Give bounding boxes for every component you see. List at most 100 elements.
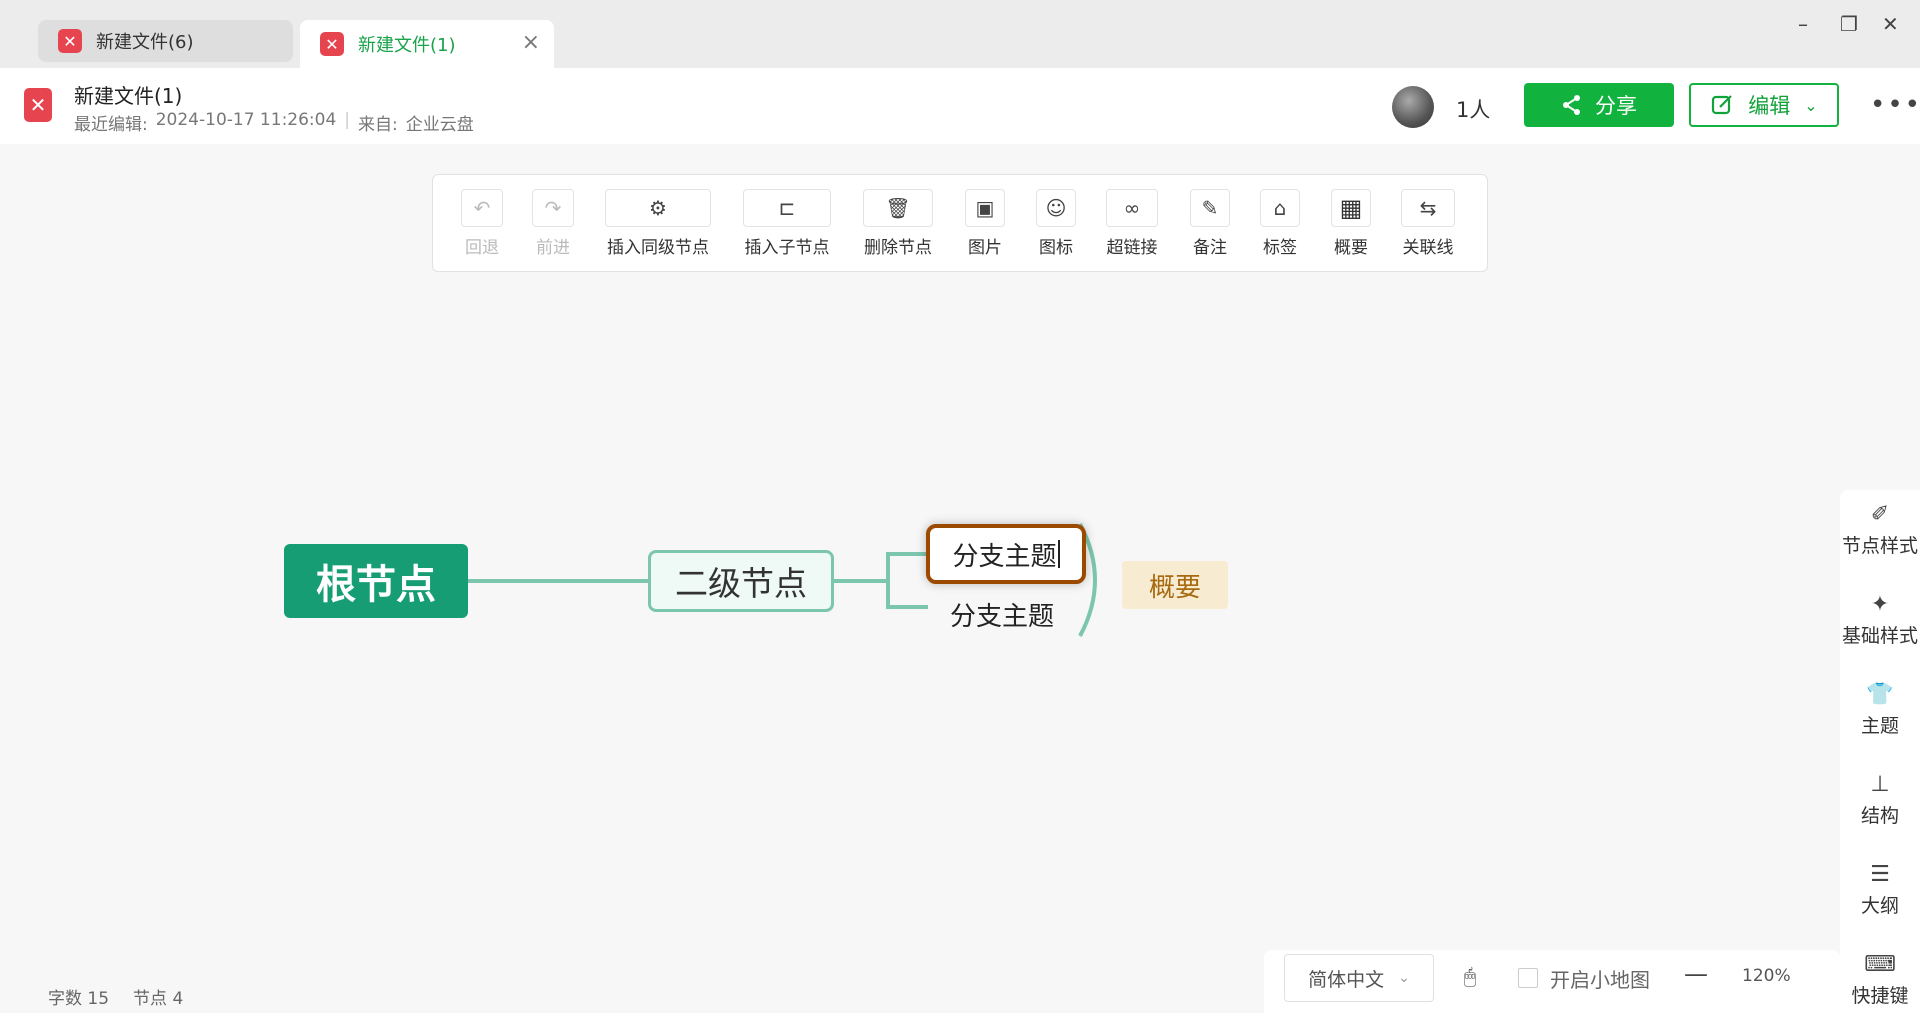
branch-bracket [886, 552, 890, 608]
minimize-icon[interactable]: – [1798, 12, 1808, 36]
root-node[interactable]: 根节点 [284, 544, 468, 618]
insert-sibling-button[interactable]: ⚙ 插入同级节点 [605, 189, 711, 258]
branch-topic[interactable]: 分支主题 [950, 596, 1054, 633]
note-icon: ✎ [1190, 189, 1230, 227]
collaborator-count[interactable]: 1人 [1456, 94, 1490, 124]
tab-label: 新建文件(1) [358, 35, 456, 56]
node-count-value: 4 [172, 989, 184, 1009]
more-options-icon[interactable]: ••• [1870, 90, 1920, 120]
relation-line-button[interactable]: ⇆ 关联线 [1401, 189, 1455, 258]
summary-node[interactable]: 概要 [1122, 561, 1228, 609]
edit-label: 编辑 [1748, 94, 1791, 118]
undo-label: 回退 [465, 238, 499, 258]
share-icon [1563, 95, 1580, 115]
tab-bar: ✕ 新建文件(6) ✕ 新建文件(1) × – ❐ ✕ [0, 0, 1920, 68]
shortcuts-label: 快捷键 [1851, 985, 1909, 1007]
note-button[interactable]: ✎ 备注 [1190, 189, 1230, 258]
shirt-icon: 👕 [1866, 682, 1894, 707]
chevron-down-icon: ⌄ [1398, 970, 1410, 986]
branch-topic-selected[interactable]: 分支主题 [926, 524, 1086, 584]
undo-icon: ↶ [461, 189, 503, 227]
close-icon[interactable]: ✕ [1882, 12, 1899, 36]
editing-toolbar: ↶ 回退 ↷ 前进 ⚙ 插入同级节点 ⊏ 插入子节点 🗑 删除节点 ▣ 图片 ☺… [432, 174, 1488, 272]
text-cursor [1057, 540, 1060, 568]
relation-line-label: 关联线 [1402, 238, 1454, 258]
last-edit-time: 2024-10-17 11:26:04 [155, 110, 337, 130]
mouse-icon[interactable]: 🖱 [1464, 964, 1476, 988]
node-style-panel-button[interactable]: ✐ 节点样式 [1840, 502, 1920, 558]
outline-label: 大纲 [1860, 895, 1899, 917]
node-count-label: 节点 [133, 989, 168, 1009]
zoom-level[interactable]: 120% [1742, 966, 1791, 986]
edit-button[interactable]: 编辑 ⌄ [1689, 83, 1839, 127]
meta-divider: | [344, 110, 351, 130]
last-edit-label: 最近编辑: [74, 115, 148, 135]
language-select[interactable]: 简体中文 ⌄ [1284, 954, 1434, 1002]
smiley-icon: ☺ [1036, 189, 1076, 227]
branch-topic-text[interactable]: 分支主题 [952, 536, 1056, 573]
icon-label: 图标 [1039, 238, 1073, 258]
tag-icon: ⌂ [1260, 189, 1300, 227]
word-count-value: 15 [87, 989, 110, 1009]
outline-icon: ☰ [1870, 862, 1890, 887]
structure-label: 结构 [1860, 805, 1899, 827]
image-icon: ▣ [965, 189, 1005, 227]
document-header: ✕ 新建文件(1) 最近编辑: 2024-10-17 11:26:04 | 来自… [0, 68, 1920, 144]
hyperlink-button[interactable]: ∞ 超链接 [1106, 189, 1158, 258]
level2-connector [834, 579, 886, 583]
right-panel: ✐ 节点样式 ✦ 基础样式 👕 主题 ⊥ 结构 ☰ 大纲 ⌨ 快捷键 [1840, 490, 1920, 1013]
sliders-icon: ⚙ [605, 189, 711, 227]
language-value: 简体中文 [1308, 968, 1385, 991]
child-node-icon: ⊏ [743, 189, 831, 227]
redo-button[interactable]: ↷ 前进 [532, 189, 574, 258]
share-label: 分享 [1595, 94, 1637, 118]
tab-close-icon[interactable]: × [522, 30, 540, 55]
summary-button[interactable]: ▦ 概要 [1331, 189, 1371, 258]
brush-icon: ✐ [1870, 502, 1890, 527]
tag-button[interactable]: ⌂ 标签 [1260, 189, 1300, 258]
hyperlink-label: 超链接 [1106, 238, 1158, 258]
basic-style-panel-button[interactable]: ✦ 基础样式 [1840, 592, 1920, 648]
delete-node-label: 删除节点 [864, 238, 932, 258]
restore-icon[interactable]: ❐ [1840, 12, 1858, 36]
level2-node[interactable]: 二级节点 [648, 550, 834, 612]
trash-icon: 🗑 [863, 189, 933, 227]
note-label: 备注 [1193, 238, 1227, 258]
branch-connector-2 [886, 605, 928, 609]
basic-style-label: 基础样式 [1841, 625, 1918, 647]
edit-icon [1712, 95, 1733, 115]
minimap-checkbox[interactable] [1518, 968, 1538, 988]
tab-file-1[interactable]: ✕ 新建文件(1) × [300, 20, 554, 68]
avatar[interactable] [1392, 86, 1434, 128]
zoom-out-button[interactable]: — [1684, 960, 1708, 988]
icon-button[interactable]: ☺ 图标 [1036, 189, 1076, 258]
xmind-logo-icon: ✕ [320, 32, 344, 56]
branch-connector-1 [886, 552, 928, 556]
structure-icon: ⊥ [1870, 772, 1890, 797]
outline-panel-button[interactable]: ☰ 大纲 [1840, 862, 1920, 918]
word-count: 字数 15 [48, 984, 109, 1009]
image-button[interactable]: ▣ 图片 [965, 189, 1005, 258]
source-label: 来自: [358, 115, 398, 135]
image-label: 图片 [968, 238, 1002, 258]
minimap-label[interactable]: 开启小地图 [1550, 964, 1650, 993]
xmind-logo-icon: ✕ [58, 29, 82, 53]
share-button[interactable]: 分享 [1524, 83, 1674, 127]
document-meta: 最近编辑: 2024-10-17 11:26:04 | 来自: 企业云盘 [74, 110, 474, 135]
tab-file-6[interactable]: ✕ 新建文件(6) [38, 20, 293, 62]
insert-child-label: 插入子节点 [744, 238, 830, 258]
link-icon: ∞ [1106, 189, 1158, 227]
redo-label: 前进 [536, 238, 570, 258]
node-style-label: 节点样式 [1841, 535, 1918, 557]
word-count-label: 字数 [48, 989, 82, 1009]
document-title: 新建文件(1) [74, 84, 183, 108]
xmind-logo-icon: ✕ [24, 88, 52, 122]
insert-child-button[interactable]: ⊏ 插入子节点 [743, 189, 831, 258]
chevron-down-icon: ⌄ [1804, 95, 1818, 115]
theme-label: 主题 [1860, 715, 1899, 737]
structure-panel-button[interactable]: ⊥ 结构 [1840, 772, 1920, 828]
shortcuts-panel-button[interactable]: ⌨ 快捷键 [1840, 952, 1920, 1008]
undo-button[interactable]: ↶ 回退 [461, 189, 503, 258]
delete-node-button[interactable]: 🗑 删除节点 [863, 189, 933, 258]
theme-panel-button[interactable]: 👕 主题 [1840, 682, 1920, 738]
